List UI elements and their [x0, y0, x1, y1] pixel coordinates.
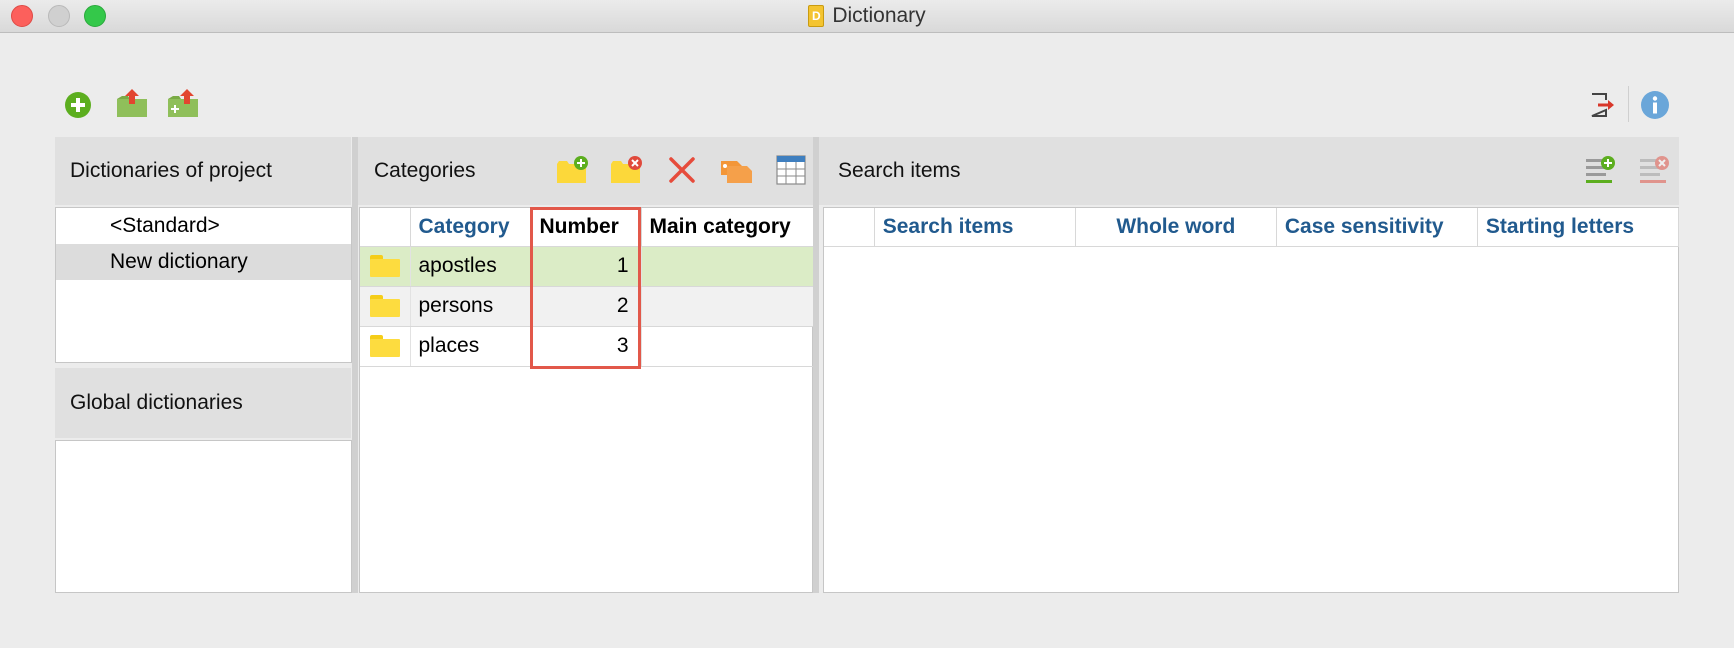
search-items-table-container: Search items Whole word Case sensitivity… [823, 207, 1680, 593]
search-icon-column-header[interactable] [824, 208, 875, 247]
list-add-icon [1586, 156, 1615, 183]
search-items-panel-title: Search items [838, 159, 961, 182]
dictionaries-list[interactable]: <Standard> New dictionary [55, 207, 352, 363]
tag-category-button[interactable] [719, 153, 753, 187]
search-items-column-header[interactable]: Search items [874, 208, 1076, 247]
table-row[interactable]: places 3 [360, 326, 813, 367]
window-title: Dictionary [832, 4, 926, 27]
category-folder-cell [360, 286, 411, 327]
search-items-table: Search items Whole word Case sensitivity… [824, 208, 1680, 247]
folder-icon [369, 335, 400, 357]
delete-button[interactable] [665, 153, 699, 187]
export-dictionary-button[interactable] [166, 86, 200, 120]
category-name-cell: apostles [410, 246, 532, 287]
list-remove-icon [1640, 156, 1669, 183]
title-bar: D Dictionary [0, 0, 1734, 33]
main-category-column-header[interactable]: Main category [641, 208, 813, 247]
add-circle-icon [65, 92, 91, 118]
add-search-item-button[interactable] [1583, 153, 1617, 187]
splitter-right[interactable] [813, 137, 819, 593]
category-number-cell: 3 [531, 326, 642, 367]
categories-panel-title: Categories [374, 159, 476, 182]
tag-icon [721, 161, 752, 183]
category-folder-cell [360, 326, 411, 367]
category-column-header[interactable]: Category [410, 208, 532, 247]
starting-letters-column-header[interactable]: Starting letters [1477, 208, 1680, 247]
table-view-button[interactable] [774, 153, 808, 187]
dictionary-item-new-dictionary[interactable]: New dictionary [56, 244, 351, 280]
dictionaries-panel-title: Dictionaries of project [70, 159, 272, 182]
number-column-header[interactable]: Number [531, 208, 642, 247]
whole-word-column-header[interactable]: Whole word [1075, 208, 1277, 247]
category-name-cell: persons [410, 286, 532, 327]
icon-column-header[interactable] [360, 208, 411, 247]
category-folder-cell [360, 246, 411, 287]
main-category-cell [641, 246, 813, 287]
toolbar-divider [1628, 86, 1629, 122]
info-button[interactable] [1638, 88, 1672, 122]
dictionaries-panel-header: Dictionaries of project [55, 137, 351, 205]
remove-search-item-button[interactable] [1637, 153, 1671, 187]
main-category-cell [641, 326, 813, 367]
add-category-button[interactable] [556, 153, 590, 187]
folder-add-icon [557, 156, 588, 183]
import-dictionary-button[interactable] [115, 86, 149, 120]
folder-icon [369, 255, 400, 277]
categories-table: Category Number Main category apostles 1… [360, 208, 813, 367]
add-dictionary-button[interactable] [61, 88, 95, 122]
exit-icon [1591, 93, 1614, 117]
global-dictionaries-title: Global dictionaries [70, 391, 243, 414]
category-number-cell: 2 [531, 286, 642, 327]
global-dictionaries-header: Global dictionaries [55, 368, 351, 438]
search-items-panel-header: Search items [819, 137, 1679, 205]
delete-icon [669, 157, 695, 183]
exit-button[interactable] [1585, 88, 1619, 122]
export-dictionary-icon [168, 89, 198, 117]
info-icon [1641, 91, 1669, 119]
dictionary-item-label: New dictionary [110, 250, 248, 273]
remove-category-button[interactable] [610, 153, 644, 187]
table-row[interactable]: apostles 1 [360, 246, 813, 287]
splitter-left[interactable] [352, 137, 358, 593]
main-category-cell [641, 286, 813, 327]
dictionary-app-icon: D [808, 5, 825, 27]
window-title-group: D Dictionary [0, 0, 1734, 32]
folder-remove-icon [611, 156, 642, 183]
categories-header-row: Category Number Main category [360, 208, 813, 247]
table-row[interactable]: persons 2 [360, 286, 813, 327]
search-items-header-row: Search items Whole word Case sensitivity… [824, 208, 1680, 247]
case-sensitivity-column-header[interactable]: Case sensitivity [1276, 208, 1478, 247]
dictionary-item-standard[interactable]: <Standard> [56, 208, 351, 244]
dictionary-item-label: <Standard> [110, 214, 220, 237]
table-icon [776, 155, 806, 185]
folder-icon [369, 295, 400, 317]
category-name-cell: places [410, 326, 532, 367]
global-dictionaries-list[interactable] [55, 440, 352, 593]
categories-table-container: Category Number Main category apostles 1… [359, 207, 813, 593]
import-dictionary-icon [117, 89, 147, 117]
category-number-cell: 1 [531, 246, 642, 287]
